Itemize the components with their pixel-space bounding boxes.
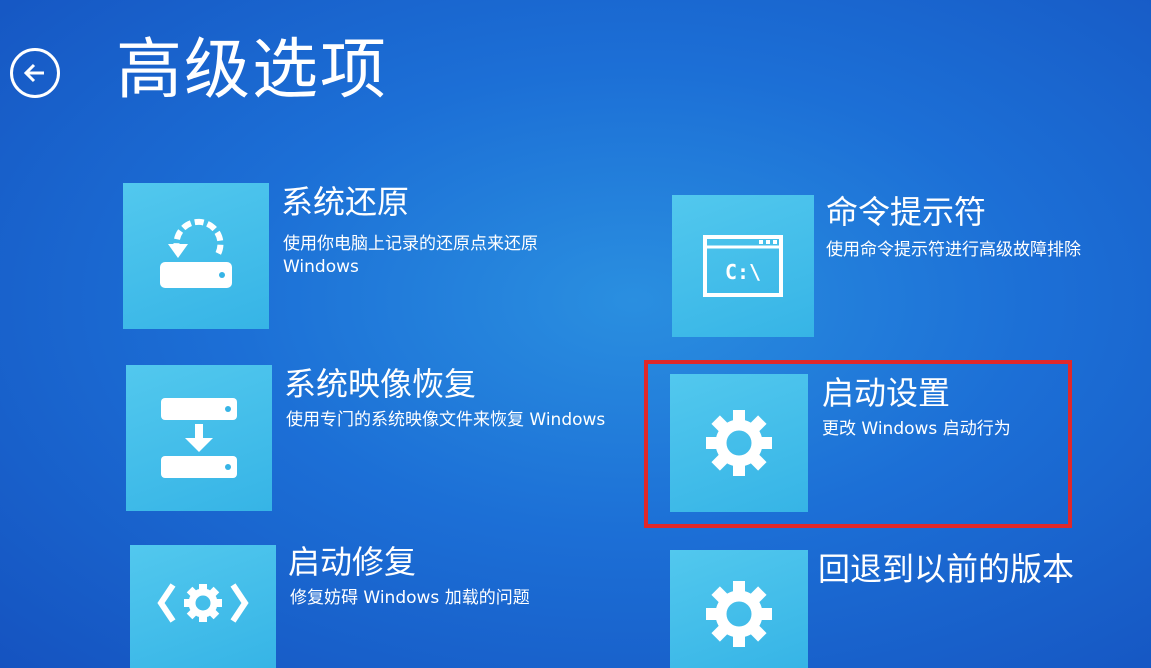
option-description: 使用命令提示符进行高级故障排除: [826, 240, 1081, 260]
back-arrow-circle-icon: [23, 63, 44, 83]
prompt-text: C:\: [725, 260, 761, 284]
option-title: 回退到以前的版本: [818, 550, 1075, 588]
option-tile: [670, 550, 808, 668]
option-startup-settings[interactable]: 启动设置 更改 Windows 启动行为: [670, 374, 1070, 512]
option-tile: [130, 545, 276, 668]
restore-drive-icon: [160, 218, 232, 288]
option-title: 系统映像恢复: [284, 365, 477, 403]
option-system-image-recovery[interactable]: 系统映像恢复 使用专门的系统映像文件来恢复 Windows: [126, 365, 606, 511]
option-tile: C:\: [672, 195, 814, 337]
option-description: 使用专门的系统映像文件来恢复 Windows: [286, 410, 606, 430]
option-tile: [123, 183, 269, 329]
option-go-back[interactable]: 回退到以前的版本: [670, 550, 1140, 668]
option-system-restore[interactable]: 系统还原 使用你电脑上记录的还原点来还原 Windows: [123, 183, 603, 329]
option-title: 系统还原: [281, 183, 410, 221]
option-title: 启动修复: [288, 543, 417, 581]
option-command-prompt[interactable]: C:\ 命令提示符 使用命令提示符进行高级故障排除: [672, 193, 1142, 337]
back-button[interactable]: [10, 48, 60, 98]
option-description: 更改 Windows 启动行为: [822, 419, 1011, 439]
page-title: 高级选项: [116, 31, 388, 108]
option-title: 启动设置: [822, 374, 951, 412]
startup-repair-icon: [157, 583, 249, 623]
command-prompt-icon: C:\: [703, 235, 783, 297]
image-recovery-icon: [161, 398, 237, 478]
gear-icon: [706, 410, 772, 476]
option-startup-repair[interactable]: 启动修复 修复妨碍 Windows 加载的问题: [130, 543, 610, 668]
option-description: 使用你电脑上记录的还原点来还原 Windows: [283, 234, 538, 277]
gear-icon: [706, 581, 772, 647]
option-title: 命令提示符: [826, 193, 987, 231]
option-tile: [126, 365, 272, 511]
option-tile: [670, 374, 808, 512]
option-description: 修复妨碍 Windows 加载的问题: [290, 588, 530, 608]
